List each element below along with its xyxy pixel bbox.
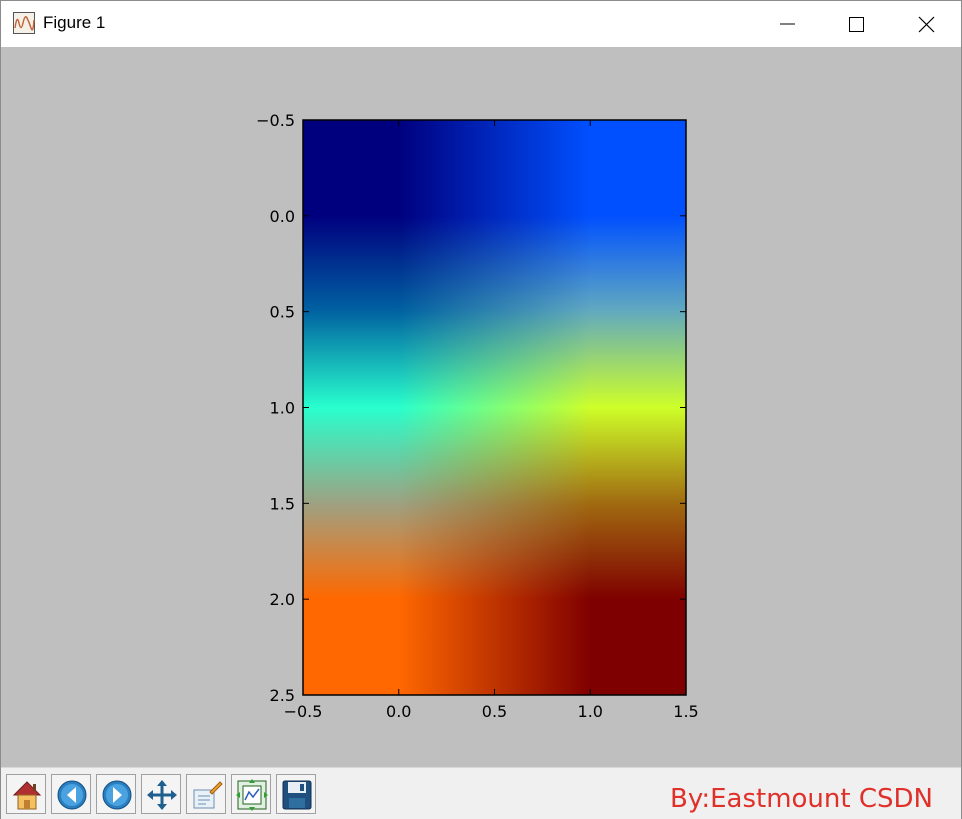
watermark-text: By:Eastmount CSDN (670, 784, 933, 814)
zoom-button[interactable] (186, 774, 226, 814)
home-icon (12, 781, 42, 810)
save-floppy-icon (282, 780, 312, 810)
y-tick-label: 0.0 (270, 207, 295, 226)
subplots-button[interactable] (231, 774, 271, 814)
figure-canvas[interactable]: −0.5 0.0 0.5 1.0 1.5 −0.5 0.0 0.5 1.0 1.5 2.0 2.5 (1, 47, 961, 767)
x-tick-label: 1.5 (673, 702, 698, 721)
back-arrow-icon (57, 780, 87, 810)
pan-move-icon (147, 780, 177, 810)
heatmap-chart: −0.5 0.0 0.5 1.0 1.5−0.50.00.51.01.52.02.5 (256, 111, 699, 721)
forward-arrow-icon (102, 780, 132, 810)
zoom-rect-icon (193, 781, 223, 809)
pan-button[interactable] (141, 774, 181, 814)
home-button[interactable] (6, 774, 46, 814)
forward-button[interactable] (96, 774, 136, 814)
y-tick-label: −0.5 (256, 111, 295, 130)
minimize-icon (780, 23, 795, 25)
back-button[interactable] (51, 774, 91, 814)
x-tick-label: 1.0 (578, 702, 603, 721)
window-title: Figure 1 (43, 13, 106, 32)
y-tick-label: 0.5 (270, 303, 295, 322)
y-tick-label: 1.0 (270, 399, 295, 418)
subplots-config-icon (236, 779, 268, 811)
title-bar[interactable]: Figure 1 (1, 1, 961, 47)
maximize-button[interactable] (822, 1, 891, 47)
heatmap-column-1 (303, 120, 686, 695)
close-icon (918, 16, 935, 33)
y-tick-label: 2.0 (270, 590, 295, 609)
y-tick-label: 2.5 (270, 686, 295, 705)
heatmap-image (303, 120, 686, 695)
maximize-icon (849, 17, 864, 32)
minimize-button[interactable] (753, 1, 822, 47)
close-button[interactable] (891, 1, 960, 47)
figure-window: Figure 1 −0.5 0.0 0.5 1.0 1.5 −0.5 0.0 0… (0, 0, 962, 819)
y-tick-label: 1.5 (270, 494, 295, 513)
matplotlib-figure-icon (13, 12, 35, 34)
x-tick-label: 0.5 (482, 702, 507, 721)
x-tick-label: 0.0 (386, 702, 411, 721)
save-button[interactable] (276, 774, 316, 814)
